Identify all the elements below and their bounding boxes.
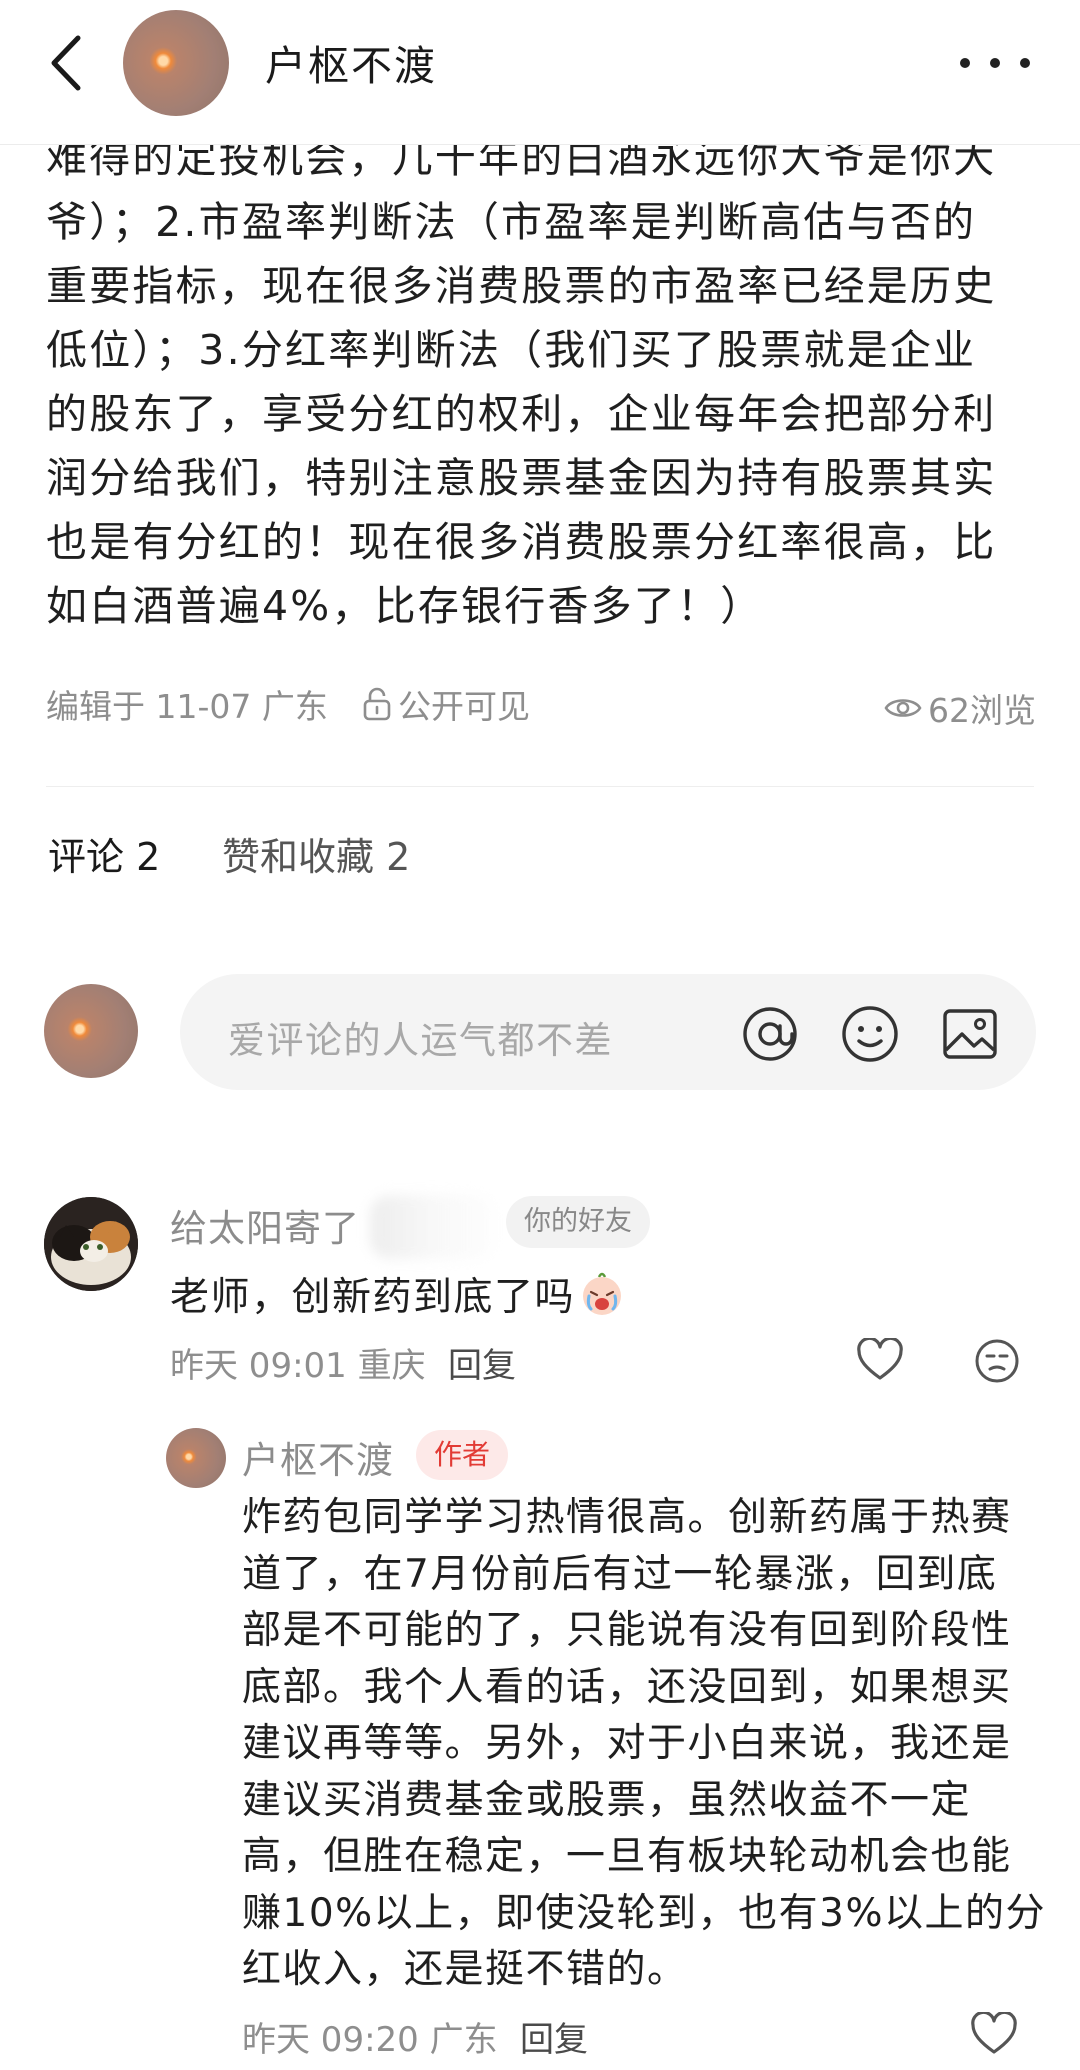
commenter-name[interactable]: 给太阳寄了	[170, 1198, 360, 1252]
comment-placeholder: 爱评论的人运气都不差	[228, 1019, 613, 1062]
at-mention-icon[interactable]	[740, 1004, 800, 1064]
reply-line: 红收入，还是挺不错的。	[242, 1947, 688, 1992]
heart-icon[interactable]	[970, 2012, 1018, 2056]
reply-button[interactable]: 回复	[448, 1338, 516, 1387]
post-line: 重要指标，现在很多消费股票的市盈率已经是历史	[46, 262, 997, 310]
reply-to-reply-button[interactable]: 回复	[520, 2012, 588, 2061]
visibility-label: 公开可见	[398, 687, 530, 726]
tab-likes-favorites[interactable]: 赞和收藏 2	[222, 826, 410, 881]
eye-icon	[884, 699, 922, 717]
image-icon[interactable]	[940, 1004, 1000, 1064]
post-line: 低位）；3.分红率判断法（我们买了股票就是企业	[46, 326, 977, 374]
cat-avatar-image	[44, 1197, 138, 1291]
friend-badge: 你的好友	[506, 1196, 650, 1248]
tab-comments[interactable]: 评论 2	[48, 826, 160, 881]
crying-emoji-icon	[583, 1272, 622, 1315]
reply-line: 建议买消费基金或股票，虽然收益不一定	[242, 1777, 972, 1823]
post-content: 难得的定投机会，几十年的白酒永远你大爷是你大 爷）；2.市盈率判断法（市盈率是判…	[46, 126, 1046, 638]
comment-body: 老师，创新药到底了吗	[170, 1275, 576, 1320]
post-line: 爷）；2.市盈率判断法（市盈率是判断高估与否的	[46, 198, 977, 246]
post-line: 如白酒普遍4%，比存银行香多了！）	[46, 582, 764, 630]
redaction-blur	[370, 1195, 495, 1259]
reply-line: 道了，在7月份前后有过一轮暴涨，回到底	[242, 1551, 998, 1597]
replier-name[interactable]: 户枢不渡	[242, 1430, 394, 1484]
comment-meta: 昨天 09:01 重庆	[170, 1346, 426, 1386]
reply-line: 炸药包同学学习热情很高。创新药属于热赛	[242, 1495, 1012, 1540]
back-button[interactable]	[36, 28, 96, 98]
page-title: 户枢不渡	[265, 42, 437, 90]
top-bar: 户枢不渡	[0, 0, 1080, 145]
post-meta: 编辑于 11-07 广东 公开可见 62浏览	[46, 680, 1036, 730]
comment-input[interactable]: 爱评论的人运气都不差	[180, 974, 1036, 1090]
unimpressed-face-icon[interactable]	[974, 1338, 1020, 1384]
emoji-icon[interactable]	[840, 1004, 900, 1064]
reply-meta: 昨天 09:20 广东	[242, 2020, 498, 2060]
view-count-label: 62浏览	[928, 691, 1036, 730]
replier-avatar[interactable]	[166, 1428, 226, 1488]
reply-line: 部是不可能的了，只能说有没有回到阶段性	[242, 1608, 1012, 1653]
post-line: 也是有分红的！现在很多消费股票分红率很高，比	[46, 518, 997, 566]
reply-line: 高，但胜在稳定，一旦有板块轮动机会也能	[242, 1834, 1012, 1879]
reply-text: 炸药包同学学习热情很高。创新药属于热赛 道了，在7月份前后有过一轮暴涨，回到底 …	[242, 1490, 1047, 1999]
more-options-button[interactable]	[960, 38, 1030, 88]
comment-text: 老师，创新药到底了吗	[170, 1266, 625, 1322]
divider	[46, 786, 1034, 787]
author-avatar[interactable]	[123, 10, 229, 116]
author-badge: 作者	[416, 1430, 509, 1480]
more-horizontal-icon	[960, 58, 970, 68]
chevron-left-icon	[51, 35, 81, 91]
heart-icon[interactable]	[856, 1338, 904, 1382]
lock-icon	[363, 687, 391, 721]
edited-info: 编辑于 11-07 广东	[46, 687, 328, 726]
post-line: 的股东了，享受分红的权利，企业每年会把部分利	[46, 390, 997, 438]
reply-line: 底部。我个人看的话，还没回到，如果想买	[242, 1664, 1012, 1710]
my-avatar	[44, 984, 138, 1078]
view-count: 62浏览	[884, 684, 1036, 732]
reply-line: 建议再等等。另外，对于小白来说，我还是	[242, 1721, 1012, 1766]
post-line: 润分给我们，特别注意股票基金因为持有股票其实	[46, 454, 997, 502]
visibility-info[interactable]: 公开可见	[362, 680, 530, 728]
reply-line: 赚10%以上，即使没轮到，也有3%以上的分	[242, 1890, 1047, 1936]
commenter-avatar[interactable]	[44, 1197, 138, 1291]
